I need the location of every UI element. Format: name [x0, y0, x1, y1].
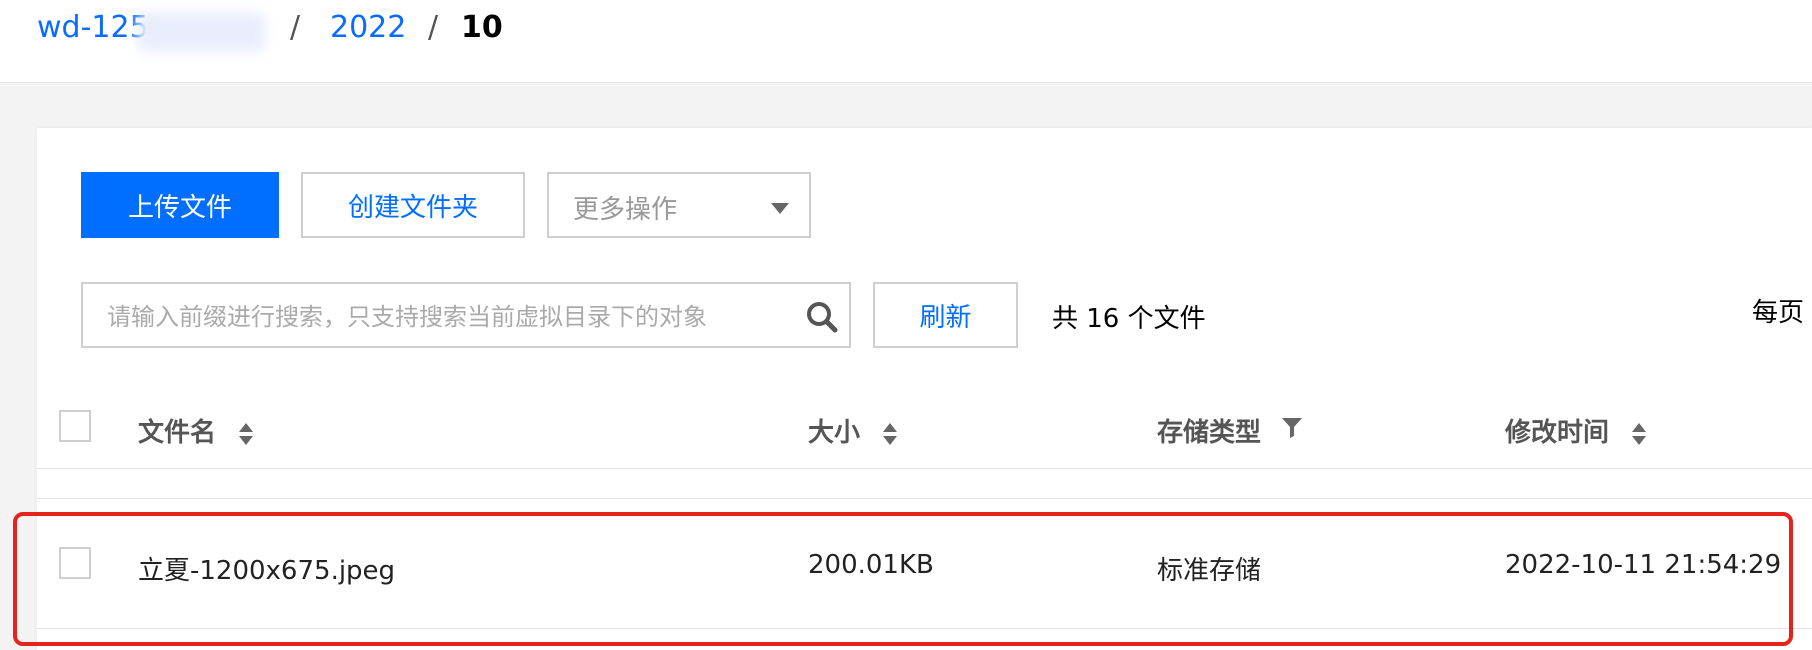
row-checkbox[interactable]: [59, 547, 91, 579]
more-actions-select[interactable]: 更多操作: [547, 172, 811, 238]
column-header-storage-class[interactable]: 存储类型: [1157, 412, 1303, 449]
total-count: 共 16 个文件: [1052, 304, 1206, 334]
column-header-label: 文件名: [138, 418, 217, 448]
select-all-checkbox[interactable]: [59, 410, 91, 442]
sort-icon[interactable]: [883, 422, 898, 445]
file-size: 200.01KB: [808, 550, 934, 580]
column-header-label: 大小: [808, 418, 861, 448]
search-box[interactable]: [81, 282, 851, 348]
chevron-down-icon: [771, 203, 789, 214]
breadcrumb-separator: /: [428, 10, 439, 45]
divider: [37, 628, 1812, 629]
filter-icon[interactable]: [1282, 417, 1303, 438]
column-header-name[interactable]: 文件名: [138, 412, 254, 449]
storage-class: 标准存储: [1157, 556, 1262, 586]
column-header-label: 存储类型: [1157, 418, 1262, 448]
refresh-button[interactable]: 刷新: [873, 282, 1018, 348]
breadcrumb: wd-125 / 2022 / 10: [0, 0, 1812, 83]
column-header-modified[interactable]: 修改时间: [1505, 412, 1647, 449]
breadcrumb-separator: /: [290, 10, 301, 45]
create-folder-button[interactable]: 创建文件夹: [301, 172, 525, 238]
search-icon[interactable]: [805, 300, 839, 334]
upload-file-button[interactable]: 上传文件: [81, 172, 279, 238]
column-header-size[interactable]: 大小: [808, 412, 898, 449]
divider: [37, 468, 1812, 469]
breadcrumb-current: 10: [461, 10, 503, 45]
per-page-label: 每页: [1752, 298, 1805, 328]
sort-icon[interactable]: [239, 422, 254, 445]
column-header-label: 修改时间: [1505, 418, 1610, 448]
breadcrumb-year-link[interactable]: 2022: [330, 10, 406, 46]
breadcrumb-bucket-link[interactable]: wd-125: [37, 10, 149, 46]
file-name[interactable]: 立夏-1200x675.jpeg: [138, 550, 395, 587]
search-input[interactable]: [105, 296, 789, 338]
redacted-bucket-suffix: [137, 12, 265, 52]
sort-icon[interactable]: [1632, 422, 1647, 445]
modified-time: 2022-10-11 21:54:29: [1505, 550, 1782, 580]
more-actions-label: 更多操作: [573, 195, 678, 225]
divider: [37, 498, 1812, 499]
